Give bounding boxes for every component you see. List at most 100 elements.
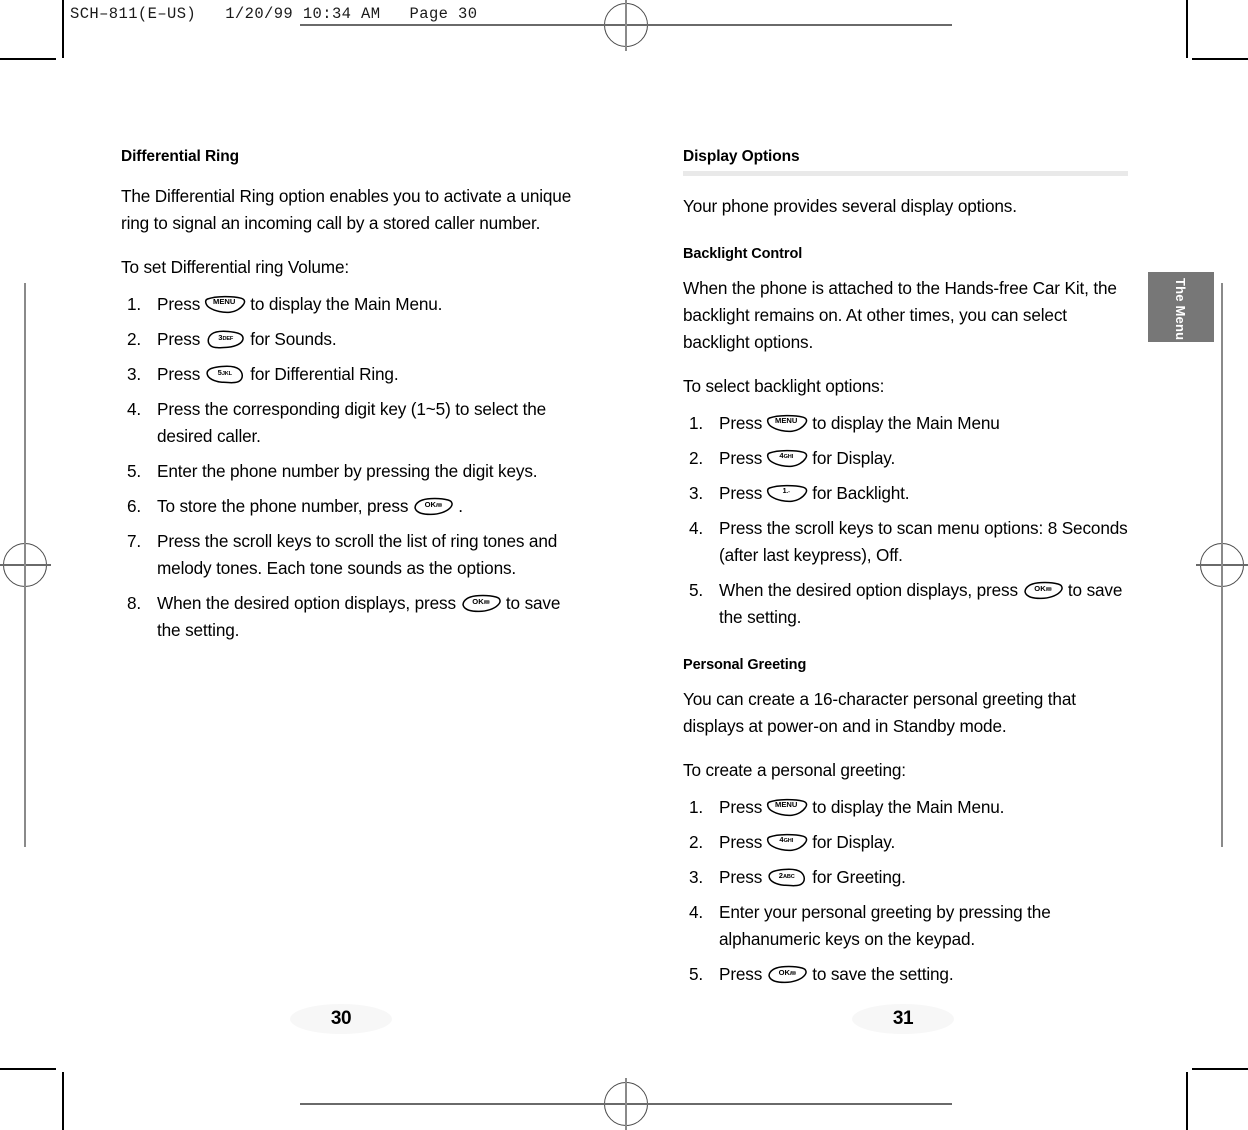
crop-mark-top-left-horizontal [0, 58, 56, 60]
crop-mark-top-left-vertical [62, 0, 64, 58]
procedure-steps-differential-ring: 1. Press MENU to display the Main Menu. 2. P… [121, 291, 573, 644]
step-text: Press the scroll keys to scroll the list… [157, 530, 558, 578]
step-text-after: for Display. [812, 447, 896, 468]
crop-mark-top-right-horizontal [1192, 58, 1248, 60]
step-text-before: Press [719, 831, 763, 852]
step-number: 6. [127, 495, 142, 516]
step-number: 1. [689, 412, 704, 433]
step-number: 3. [689, 866, 704, 887]
page-title-display-options: Display Options [683, 148, 800, 165]
page-number-right: 31 [852, 1004, 954, 1034]
backlight-lead-in: To select backlight options: [683, 375, 885, 396]
subheading-backlight-control: Backlight Control [683, 245, 803, 262]
menu-key-icon: MENU [765, 798, 809, 817]
ok-message-key-label: OK/✉ [1034, 583, 1052, 593]
list-item: 5. Enter the phone number by pressing the… [121, 458, 573, 485]
step-text-before: To store the phone number, press [157, 495, 409, 516]
step-text-before: Press [157, 328, 201, 349]
ok-message-key-label: OK/✉ [424, 499, 442, 509]
backlight-body-paragraph: When the phone is attached to the Hands-… [683, 277, 1117, 352]
list-item: 2. Press 4GHI for Display. [683, 445, 1128, 472]
digit-key-3-def-icon: 3DEF [203, 330, 247, 349]
list-item: 3. Press 2ABC for Greeting. [683, 864, 1128, 891]
list-item: 3. Press 5JKL for Differential Ring. [121, 361, 573, 388]
step-text-after: for Greeting. [812, 866, 906, 887]
step-text: Press the corresponding digit key (1~5) … [157, 398, 547, 446]
step-text: Enter the phone number by pressing the d… [157, 460, 538, 481]
left-page-column: Differential Ring The Differential Ring … [121, 148, 573, 644]
ok-message-key-icon: OK/✉ [459, 594, 503, 613]
step-text-after: to display the Main Menu [812, 412, 1000, 433]
list-item: 5. Press OK/✉ to save the setting. [683, 961, 1128, 988]
step-number: 5. [689, 579, 704, 600]
procedure-steps-backlight: 1. Press MENU to display the Main Menu 2. Pr… [683, 410, 1128, 631]
lead-in-text: To set Differential ring Volume: [121, 256, 349, 277]
list-item: 1. Press MENU to display the Main Menu. [683, 794, 1128, 821]
ok-message-key-icon: OK/✉ [1021, 581, 1065, 600]
digit-key-1-label: 1.- [782, 486, 790, 496]
digit-key-4-ghi-label: 4GHI [779, 835, 793, 845]
list-item: 4. Enter your personal greeting by pressi… [683, 899, 1128, 953]
step-text-before: Press [719, 963, 763, 984]
step-text-after: to display the Main Menu. [812, 796, 1005, 817]
section-thumb-tab: The Menu [1148, 272, 1214, 342]
greeting-body-paragraph: You can create a 16-character personal g… [683, 688, 1076, 736]
step-text-before: Press [719, 482, 763, 503]
step-number: 7. [127, 530, 142, 551]
digit-key-3-def-label: 3DEF [218, 333, 234, 343]
step-text-before: Press [719, 447, 763, 468]
step-text: Enter your personal greeting by pressing… [719, 901, 1051, 949]
step-text-after: for Differential Ring. [250, 363, 399, 384]
step-text-before: Press [719, 796, 763, 817]
list-item: 4. Press the corresponding digit key (1~5… [121, 396, 573, 450]
crop-mark-bottom-right-vertical [1186, 1072, 1188, 1130]
menu-key-label: MENU [775, 800, 798, 810]
step-text-after: to display the Main Menu. [250, 293, 443, 314]
list-item: 1. Press MENU to display the Main Menu [683, 410, 1128, 437]
folio-number: 30 [330, 1008, 352, 1029]
digit-key-4-ghi-label: 4GHI [779, 451, 793, 461]
subheading-personal-greeting: Personal Greeting [683, 656, 807, 673]
list-item: 3. Press 1.- for Backlight. [683, 480, 1128, 507]
list-item: 8. When the desired option displays, pres… [121, 590, 573, 644]
step-text-after: for Sounds. [250, 328, 337, 349]
page-number-left: 30 [290, 1004, 392, 1034]
list-item: 5. When the desired option displays, pres… [683, 577, 1128, 631]
step-text-after: . [458, 495, 463, 516]
step-text-after: for Backlight. [812, 482, 910, 503]
list-item: 6. To store the phone number, press OK/✉. [121, 493, 573, 520]
heading-rule [683, 170, 1128, 176]
step-number: 4. [689, 901, 704, 922]
intro-paragraph: The Differential Ring option enables you… [121, 185, 572, 233]
list-item: 7. Press the scroll keys to scroll the li… [121, 528, 573, 582]
step-number: 1. [127, 293, 142, 314]
page-title-differential-ring: Differential Ring [121, 148, 240, 165]
list-item: 4. Press the scroll keys to scan menu opt… [683, 515, 1128, 569]
crop-mark-top-right-vertical [1186, 0, 1188, 58]
step-number: 2. [689, 831, 704, 852]
ok-message-key-icon: OK/✉ [765, 965, 809, 984]
digit-key-4-ghi-icon: 4GHI [765, 449, 809, 468]
crop-mark-bottom-left-horizontal [0, 1068, 56, 1070]
menu-key-label: MENU [213, 297, 236, 307]
crop-mark-bottom-right-horizontal [1192, 1068, 1248, 1070]
step-text: Press the scroll keys to scan menu optio… [719, 517, 1128, 565]
step-number: 5. [689, 963, 704, 984]
ok-message-key-label: OK/✉ [472, 596, 490, 606]
procedure-steps-personal-greeting: 1. Press MENU to display the Main Menu. 2. P… [683, 794, 1128, 988]
step-number: 8. [127, 592, 142, 613]
digit-key-1-icon: 1.- [765, 484, 809, 503]
step-number: 2. [689, 447, 704, 468]
digit-key-4-ghi-icon: 4GHI [765, 833, 809, 852]
digit-key-2-abc-label: 2ABC [778, 871, 795, 881]
list-item: 2. Press 4GHI for Display. [683, 829, 1128, 856]
ok-message-key-label: OK/✉ [778, 967, 796, 977]
digit-key-5-jkl-label: 5JKL [217, 368, 232, 378]
step-number: 5. [127, 460, 142, 481]
right-page-column: Display Options Your phone provides seve… [683, 148, 1128, 988]
step-number: 4. [689, 517, 704, 538]
menu-key-icon: MENU [203, 295, 247, 314]
digit-key-5-jkl-icon: 5JKL [203, 365, 247, 384]
prepress-slug-line: SCH–811(E–US) 1/20/99 10:34 AM Page 30 [70, 5, 478, 23]
crop-mark-bottom-left-vertical [62, 1072, 64, 1130]
